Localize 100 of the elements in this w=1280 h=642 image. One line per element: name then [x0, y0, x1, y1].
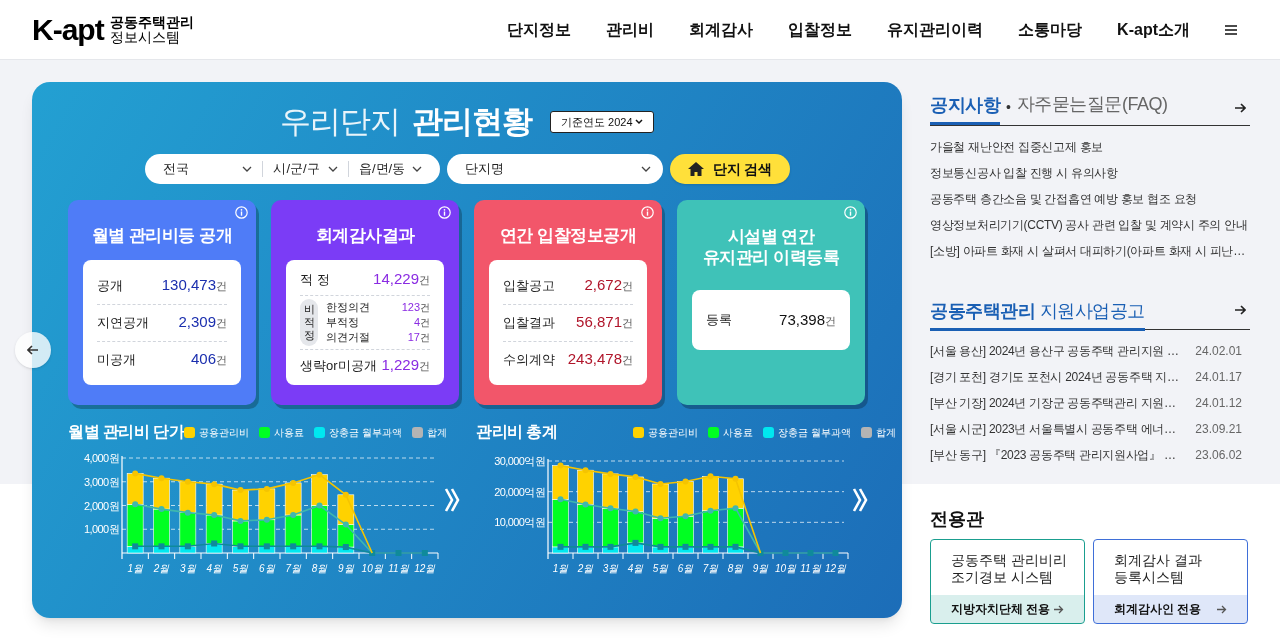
axis-label: 8월 — [727, 563, 744, 574]
portal-title: 공동주택 관리비리 조기경보 시스템 — [950, 551, 1068, 587]
previous-button[interactable] — [15, 332, 51, 368]
notice-link[interactable]: 공동주택 층간소음 및 간접흡연 예방 홍보 협조 요청 — [930, 190, 1197, 208]
notice-link[interactable]: [소방] 아파트 화재 시 살펴서 대피하기(아파트 화재 시 피난… — [930, 242, 1245, 260]
arrow-right-icon — [1216, 604, 1227, 614]
notice-link[interactable]: [서울 용산] 2024년 용산구 공동주택 관리지원 … — [930, 342, 1179, 360]
year-select[interactable]: 기준연도 2024 — [550, 111, 654, 133]
axis-label: 5월 — [232, 563, 249, 574]
next-icon[interactable] — [852, 487, 868, 513]
axis-label: 1월 — [552, 563, 569, 574]
axis-label: 6월 — [677, 563, 694, 574]
complex-select[interactable]: 단지명 — [446, 154, 663, 184]
arrow-right-icon[interactable] — [1234, 102, 1246, 113]
logo-mark[interactable]: K-apt — [32, 14, 104, 45]
section-title[interactable]: 공동주택관리 지원사업공고 — [930, 298, 1145, 331]
tick-label: 1,000원 — [84, 523, 119, 536]
point — [263, 543, 270, 550]
point — [342, 491, 349, 498]
point — [832, 550, 839, 556]
search-button[interactable]: 단지 검색 — [669, 154, 790, 184]
point — [807, 550, 814, 556]
legend-label: 장충금 월부과액 — [329, 425, 403, 440]
nav-link[interactable]: 회계감사 — [689, 17, 754, 42]
notice-tab[interactable]: 자주묻는질문(FAQ) — [1016, 91, 1168, 124]
nav-link[interactable]: 단지정보 — [507, 17, 572, 42]
point — [316, 543, 323, 550]
notice-link[interactable]: [부산 동구] 『2023 공동주택 관리지원사업』 … — [930, 446, 1176, 464]
legend-label: 공용관리비 — [648, 425, 699, 440]
point — [607, 470, 614, 477]
nav-link[interactable]: 소통마당 — [1018, 17, 1083, 42]
row-label: 입찰결과 — [503, 313, 555, 332]
point — [657, 515, 664, 522]
point — [732, 505, 739, 512]
point — [582, 501, 589, 508]
dropdown-select[interactable]: 전국 — [152, 156, 263, 182]
legend-label: 사용료 — [274, 425, 305, 440]
chart-title: 월별 관리비 단가 — [68, 422, 185, 442]
legend-label: 합계 — [427, 425, 448, 440]
nav-link[interactable]: 관리비 — [606, 17, 655, 42]
section-title: 전용관 — [930, 508, 985, 531]
axis-label: 12월 — [824, 563, 847, 574]
point — [707, 473, 714, 480]
notice-date: 24.02.01 — [1195, 343, 1242, 360]
portal-card[interactable]: 공동주택 관리비리 조기경보 시스템 지방자치단체 전용 — [930, 539, 1085, 624]
count-value: 4건 — [413, 315, 430, 331]
stat-card[interactable]: 연간 입찰정보공개 입찰공고 2,672건 입찰결과 56,871건 수의계약 243,478건 — [474, 200, 662, 405]
dropdown-select[interactable]: 읍/면/동 — [348, 156, 432, 182]
point — [132, 470, 139, 477]
notice-link[interactable]: [경기 포천] 경기도 포천시 2024년 공동주택 지… — [930, 368, 1179, 386]
info-icon[interactable] — [641, 206, 654, 219]
portal-card[interactable]: 회계감사 결과 등록시스템 회계감사인 전용 — [1093, 539, 1248, 624]
dropdown-select[interactable]: 시/군/구 — [263, 156, 348, 182]
stat-card[interactable]: 월별 관리비등 공개 공개 130,473건 지연공개 2,309건 미공개 406건 — [68, 200, 256, 405]
point — [682, 543, 689, 550]
point — [263, 485, 270, 492]
stat-card[interactable]: 회계감사결과 적 정 14,229건 비적정 한정의견 123건 부적정 4건 의견거절 17건 생략or미공개 1,229건 — [271, 200, 459, 405]
axis-label: 11월 — [388, 563, 409, 574]
axis-label: 2월 — [577, 563, 594, 574]
axis-label: 7월 — [285, 563, 301, 574]
menu-icon[interactable] — [1224, 23, 1238, 36]
nav-link[interactable]: 입찰정보 — [788, 17, 853, 42]
notice-link[interactable]: 정보통신공사 입찰 진행 시 유의사항 — [930, 164, 1118, 182]
next-icon[interactable] — [444, 487, 460, 513]
info-icon[interactable] — [235, 206, 248, 219]
panel-title: 우리단지 — [280, 102, 400, 141]
nav-link[interactable]: K-apt소개 — [1117, 17, 1190, 42]
notice-link[interactable]: 영상정보처리기기(CCTV) 공사 관련 입찰 및 계약시 주의 안내 — [930, 216, 1248, 234]
chevron-down-icon — [411, 166, 422, 172]
count-value: 14,229건 — [373, 269, 430, 290]
legend-label: 합계 — [876, 425, 896, 440]
point — [158, 543, 165, 550]
point — [395, 550, 402, 556]
point — [682, 478, 689, 485]
card-title: 월별 관리비등 공개 — [91, 225, 233, 246]
count-value: 1,229건 — [381, 355, 430, 376]
axis-label: 2월 — [153, 563, 170, 574]
notice-link[interactable]: [부산 기장] 2024년 기장군 공동주택관리 지원… — [930, 394, 1176, 412]
arrow-right-icon[interactable] — [1234, 304, 1246, 315]
notice-date: 23.09.21 — [1195, 421, 1242, 438]
point — [607, 505, 614, 512]
notice-tab[interactable]: 공지사항 — [930, 91, 1000, 125]
chevron-down-icon — [242, 166, 253, 172]
count-value: 2,309건 — [178, 312, 227, 333]
axis-label: 10월 — [774, 563, 797, 574]
row-label: 미공개 — [97, 350, 136, 369]
card-title: 시설별 연간 유지관리 이력등록 — [702, 226, 840, 268]
notice-link[interactable]: [서울 시군] 2023년 서울특별시 공동주택 에너… — [930, 420, 1176, 438]
info-icon[interactable] — [438, 206, 451, 219]
count-value: 73,398건 — [779, 309, 836, 330]
point — [290, 512, 297, 518]
tick-label: 3,000원 — [84, 475, 119, 488]
axis-label: 9월 — [338, 563, 354, 574]
axis-label: 11월 — [800, 563, 821, 574]
stat-card[interactable]: 시설별 연간 유지관리 이력등록 등록 73,398건 — [677, 200, 865, 405]
count-value: 406건 — [190, 349, 227, 370]
point — [682, 513, 689, 520]
notice-link[interactable]: 가을철 재난안전 집중신고제 홍보 — [930, 138, 1103, 156]
axis-label: 1월 — [127, 563, 143, 574]
nav-link[interactable]: 유지관리이력 — [887, 17, 984, 42]
